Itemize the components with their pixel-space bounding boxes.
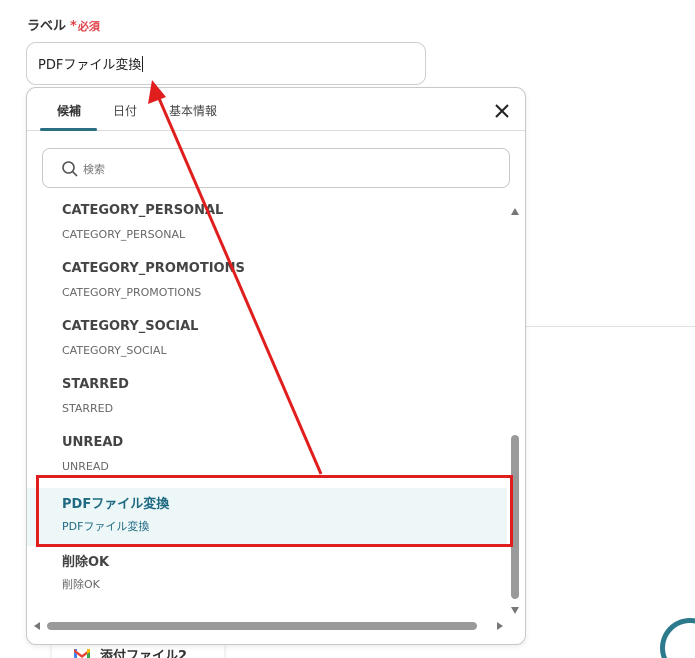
- suggestion-dropdown: 候補 日付 基本情報 検索 CATEGORY_PERSONAL CATEGORY…: [26, 87, 526, 645]
- list-item-title: CATEGORY_PERSONAL: [62, 203, 224, 218]
- list-item-title: CATEGORY_PROMOTIONS: [62, 261, 245, 276]
- label-input-value: PDFファイル変換: [38, 58, 142, 73]
- text-caret: [142, 56, 144, 72]
- list-item-title: STARRED: [62, 377, 129, 392]
- label-field-title: ラベル *必須: [27, 15, 100, 34]
- list-item[interactable]: CATEGORY_PERSONAL CATEGORY_PERSONAL: [27, 198, 507, 256]
- tab-candidates[interactable]: 候補: [57, 102, 81, 119]
- form-stage: ラベル *必須 PDFファイル変換 添付ファイル2 候補 日付 基本情報 検索 …: [0, 0, 695, 658]
- gmail-icon: [74, 649, 90, 658]
- list-item-subtitle: CATEGORY_PERSONAL: [62, 228, 186, 241]
- dropdown-tabs: 候補 日付 基本情報: [27, 88, 525, 131]
- list-item-subtitle: CATEGORY_PROMOTIONS: [62, 286, 202, 299]
- search-icon: [62, 161, 78, 177]
- list-item[interactable]: 削除OK 削除OK: [27, 546, 507, 604]
- attachment-card-label: 添付ファイル2: [100, 649, 188, 658]
- required-star: *: [70, 19, 77, 34]
- annotation-highlight-box: [36, 475, 513, 547]
- list-item-title: CATEGORY_SOCIAL: [62, 319, 199, 334]
- tab-date[interactable]: 日付: [113, 102, 137, 119]
- background-corner-decoration: [660, 618, 695, 658]
- list-item-title: 削除OK: [62, 555, 110, 570]
- list-item[interactable]: STARRED STARRED: [27, 372, 507, 430]
- tab-basic-info[interactable]: 基本情報: [169, 102, 217, 119]
- close-icon[interactable]: [493, 102, 511, 120]
- scroll-down-icon[interactable]: [511, 607, 519, 614]
- search-input[interactable]: 検索: [42, 148, 510, 188]
- search-placeholder: 検索: [83, 163, 105, 176]
- list-item-subtitle: STARRED: [62, 402, 114, 415]
- horizontal-scrollbar-thumb[interactable]: [47, 622, 477, 630]
- list-item-subtitle: UNREAD: [62, 460, 109, 473]
- active-tab-indicator: [40, 128, 97, 131]
- list-item-subtitle: CATEGORY_SOCIAL: [62, 344, 167, 357]
- list-item-subtitle: 削除OK: [62, 578, 100, 591]
- label-field-text: ラベル: [27, 19, 67, 34]
- scroll-left-icon[interactable]: [34, 622, 40, 630]
- required-text: 必須: [77, 20, 100, 33]
- list-item[interactable]: CATEGORY_PROMOTIONS CATEGORY_PROMOTIONS: [27, 256, 507, 314]
- list-item-title: UNREAD: [62, 435, 124, 450]
- label-input[interactable]: PDFファイル変換: [26, 42, 426, 85]
- scroll-up-icon[interactable]: [511, 208, 519, 215]
- background-divider: [525, 326, 695, 327]
- scroll-right-icon[interactable]: [497, 622, 503, 630]
- list-item[interactable]: CATEGORY_SOCIAL CATEGORY_SOCIAL: [27, 314, 507, 372]
